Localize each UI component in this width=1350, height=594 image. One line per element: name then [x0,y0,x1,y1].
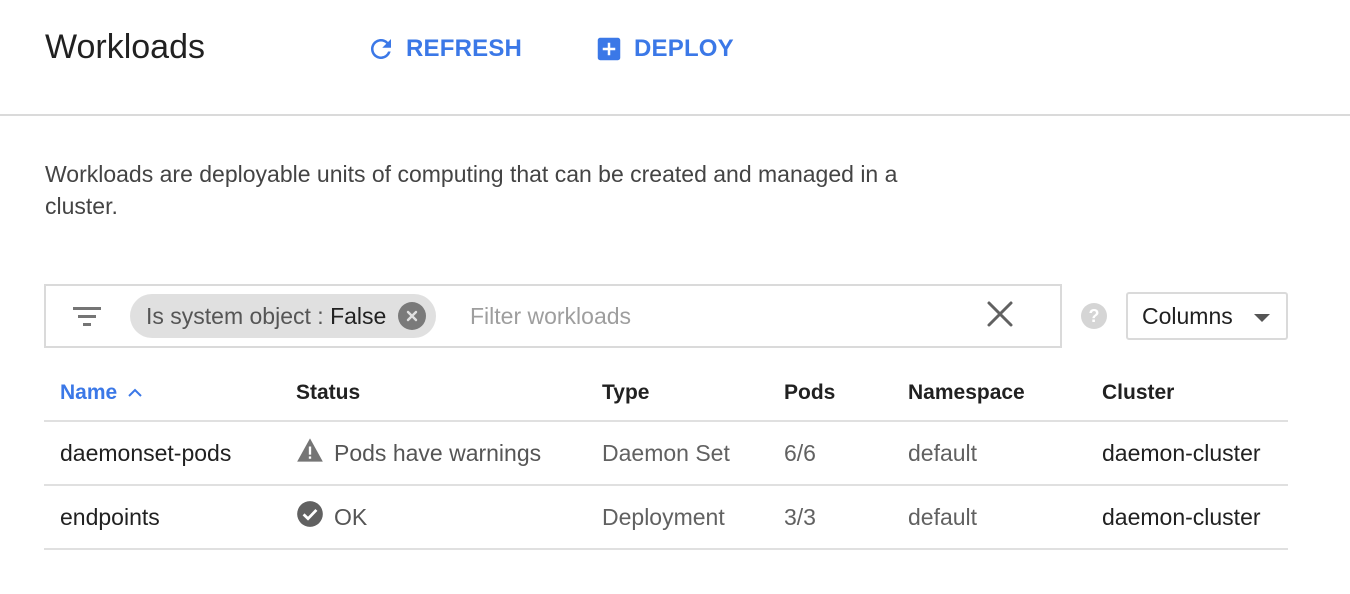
column-header-cluster[interactable]: Cluster [1102,366,1174,420]
column-header-pods[interactable]: Pods [784,366,835,420]
workload-status-text: Pods have warnings [334,439,542,466]
table-row[interactable]: daemonset-pods Pods have warnings Daemon… [44,422,1288,486]
workload-type: Daemon Set [602,439,730,466]
filter-input[interactable] [470,296,950,336]
table-row[interactable]: endpoints OK Deployment 3/3 default daem… [44,486,1288,550]
workload-name[interactable]: endpoints [60,486,160,548]
column-header-status[interactable]: Status [296,366,360,420]
filter-bar: Is system object : False [44,284,1062,348]
page-title: Workloads [45,28,205,66]
add-box-icon [594,34,624,64]
column-header-name[interactable]: Name [60,366,143,420]
page-header: Workloads REFRESH DEPLOY [0,0,1350,116]
workload-name[interactable]: daemonset-pods [60,422,231,484]
column-header-name-label: Name [60,381,118,404]
workload-pods: 3/3 [784,503,816,530]
filter-list-icon[interactable] [72,304,102,335]
refresh-button[interactable]: REFRESH [366,34,522,64]
workload-namespace: default [908,439,978,466]
workload-pods: 6/6 [784,439,816,466]
chip-close-icon[interactable] [398,302,427,330]
help-icon[interactable]: ? [1081,303,1107,329]
table-header-row: Name Status Type Pods Namespace Cluster [44,366,1288,422]
filter-chip-key: Is system object [146,302,311,329]
sort-ascending-icon [127,381,143,405]
workloads-table: Name Status Type Pods Namespace Cluster … [44,366,1288,550]
refresh-label: REFRESH [406,35,523,62]
workload-status: Pods have warnings [296,422,541,484]
workload-status-text: OK [334,503,368,530]
deploy-label: DEPLOY [634,35,734,62]
workload-cluster[interactable]: daemon-cluster [1102,422,1261,484]
filter-chip[interactable]: Is system object : False [130,294,437,338]
refresh-icon [366,34,396,64]
workload-type: Deployment [602,503,725,530]
filter-chip-separator: : [317,302,324,329]
close-icon[interactable] [986,300,1014,333]
deploy-button[interactable]: DEPLOY [594,34,734,64]
page-description: Workloads are deployable units of comput… [45,161,898,219]
columns-label: Columns [1142,302,1233,329]
filter-chip-value: False [330,302,387,329]
workload-cluster[interactable]: daemon-cluster [1102,486,1261,548]
check-circle-icon [296,500,324,534]
column-header-namespace[interactable]: Namespace [908,366,1025,420]
column-header-type[interactable]: Type [602,366,649,420]
columns-dropdown[interactable]: Columns [1126,292,1288,340]
workload-namespace: default [908,503,978,530]
workload-status: OK [296,486,367,548]
warning-icon [296,437,324,469]
caret-down-icon [1254,314,1270,322]
